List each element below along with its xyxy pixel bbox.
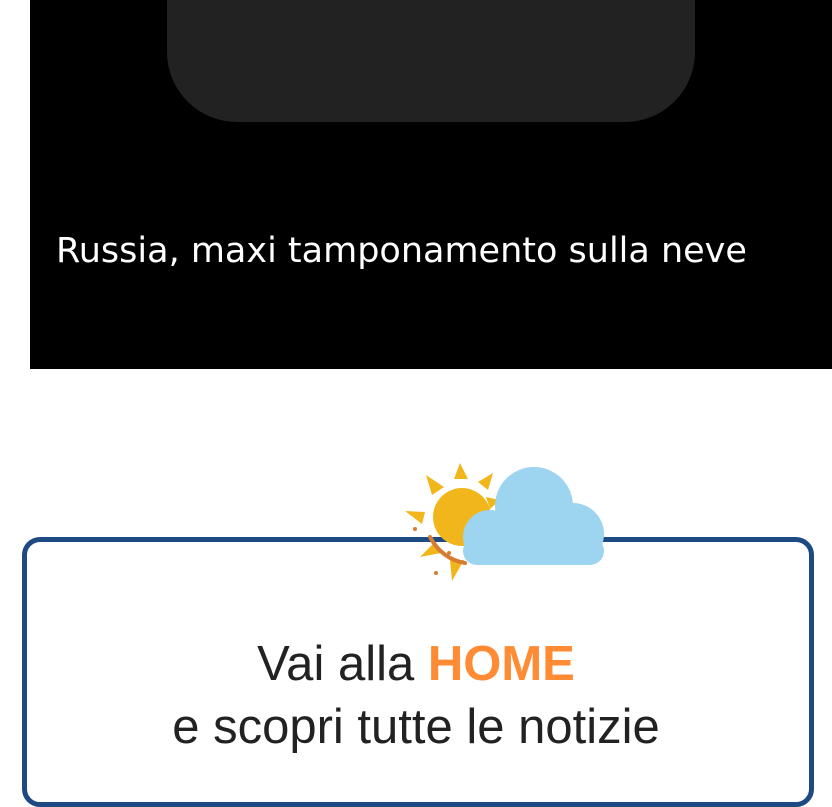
home-banner[interactable]: Vai alla HOME e scopri tutte le notizie [0, 455, 832, 807]
home-text-prefix: Vai alla [257, 637, 415, 691]
video-card[interactable]: Russia, maxi tamponamento sulla neve [30, 0, 832, 369]
home-link-text[interactable]: Vai alla HOME e scopri tutte le notizie [0, 633, 832, 759]
video-title[interactable]: Russia, maxi tamponamento sulla neve [56, 228, 816, 274]
home-text-line-2: e scopri tutte le notizie [172, 700, 660, 754]
weather-sun-cloud-icon [405, 463, 604, 581]
home-text-highlight: HOME [427, 637, 575, 691]
play-button[interactable] [167, 0, 695, 122]
home-text-line-1: Vai alla HOME [0, 633, 832, 696]
